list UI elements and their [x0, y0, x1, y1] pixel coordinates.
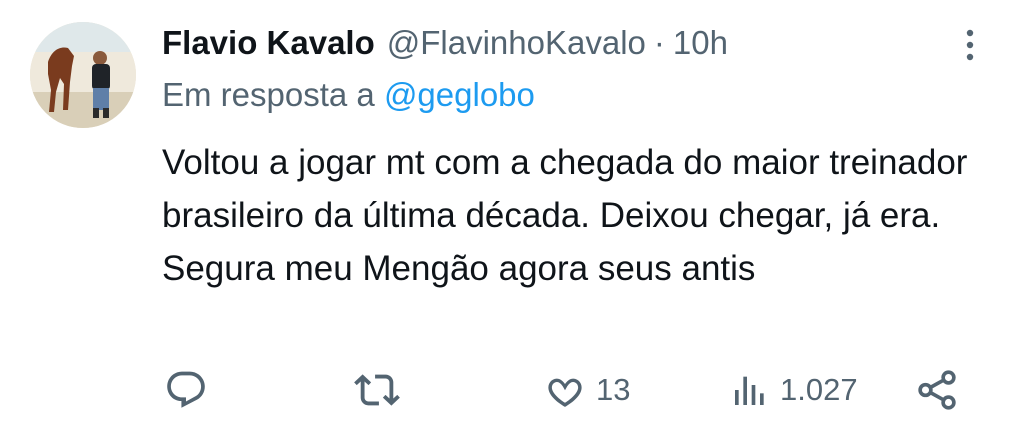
reply-icon — [167, 371, 205, 408]
reply-prefix: Em resposta a — [162, 76, 375, 113]
share-icon — [918, 370, 956, 410]
action-bar: 13 1.027 — [0, 360, 1024, 420]
author-name[interactable]: Flavio Kavalo — [162, 24, 375, 62]
tweet-header: Flavio Kavalo @FlavinhoKavalo · 10h — [162, 20, 728, 66]
more-icon[interactable] — [950, 22, 990, 68]
reply-mention-link[interactable]: @geglobo — [384, 76, 535, 113]
like-count: 13 — [596, 372, 631, 407]
views-button[interactable]: 1.027 — [730, 360, 858, 420]
view-count: 1.027 — [780, 372, 858, 407]
retweet-button[interactable] — [354, 360, 400, 420]
avatar[interactable] — [30, 22, 136, 128]
header-separator: · — [653, 24, 665, 61]
avatar-image — [30, 22, 136, 128]
share-button[interactable] — [914, 360, 960, 420]
like-button[interactable]: 13 — [544, 360, 630, 420]
retweet-icon — [354, 374, 400, 406]
like-icon — [548, 378, 582, 407]
reply-context: Em resposta a @geglobo — [162, 76, 535, 114]
tweet-text: Voltou a jogar mt com a chegada do maior… — [162, 143, 968, 288]
tweet-time[interactable]: 10h — [673, 24, 728, 62]
views-icon — [735, 376, 764, 405]
author-handle[interactable]: @FlavinhoKavalo — [387, 24, 646, 62]
reply-button[interactable] — [164, 360, 208, 420]
